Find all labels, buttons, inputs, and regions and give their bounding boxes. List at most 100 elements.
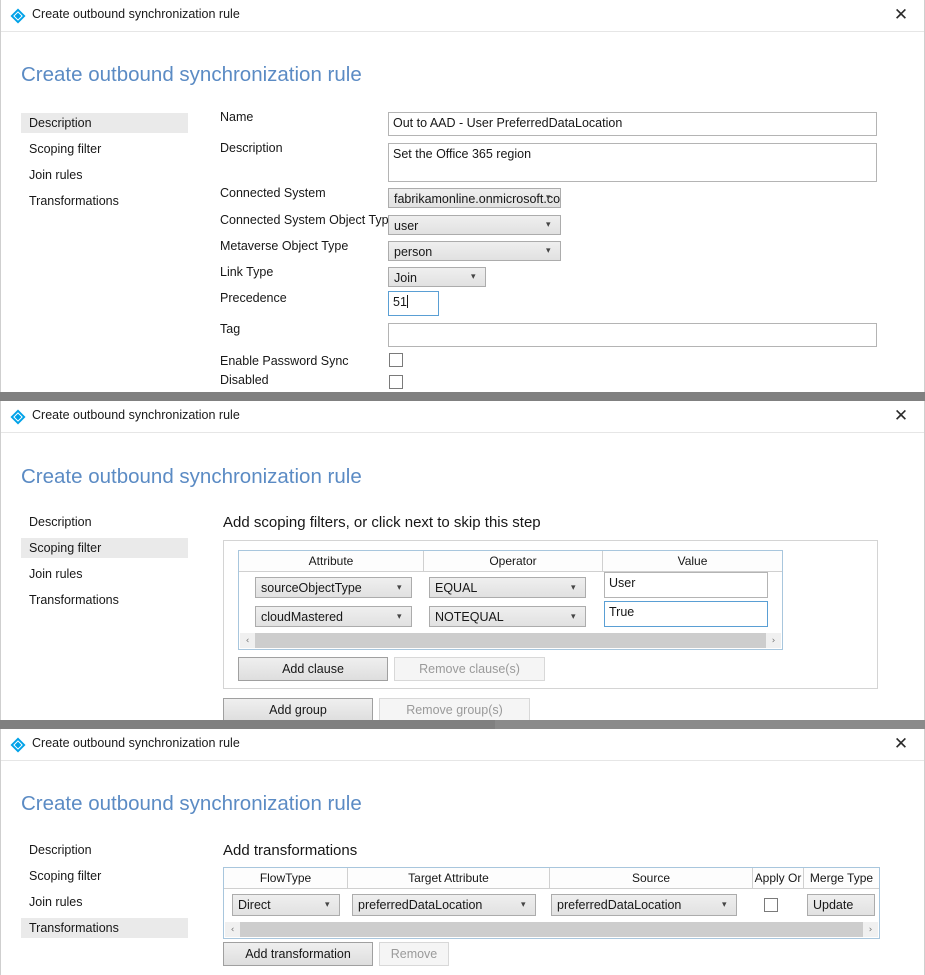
apply-or-checkbox[interactable] — [764, 898, 778, 912]
flowtype-select[interactable]: Direct ▾ — [232, 894, 340, 916]
link-type-value: Join — [394, 271, 417, 285]
chevron-down-icon: ▾ — [571, 613, 580, 621]
scrollbar-thumb[interactable] — [240, 922, 863, 937]
titlebar: Create outbound synchronization rule ✕ — [1, 401, 924, 433]
sidebar-item-label: Transformations — [29, 194, 119, 208]
column-header-target-attribute[interactable]: Target Attribute — [348, 868, 550, 888]
close-icon[interactable]: ✕ — [884, 4, 918, 26]
table-row: sourceObjectType ▾ EQUAL ▾ User — [239, 572, 782, 603]
sidebar-item-join-rules[interactable]: Join rules — [21, 892, 188, 912]
link-type-select[interactable]: Join ▾ — [388, 267, 486, 287]
sidebar-item-transformations[interactable]: Transformations — [21, 590, 188, 610]
connected-system-value: fabrikamonline.onmicrosoft.com — [394, 192, 561, 206]
chevron-down-icon: ▾ — [471, 273, 480, 281]
screen-root: Create outbound synchronization rule ✕ C… — [0, 0, 925, 975]
sidebar-item-label: Description — [29, 515, 92, 529]
sidebar-item-description[interactable]: Description — [21, 840, 188, 860]
clause-operator-select[interactable]: NOTEQUAL ▾ — [429, 606, 586, 627]
column-header-attribute[interactable]: Attribute — [239, 551, 424, 571]
scroll-left-icon[interactable]: ‹ — [240, 636, 255, 646]
column-header-apply-or[interactable]: Apply Or — [753, 868, 804, 888]
connected-system-select[interactable]: fabrikamonline.onmicrosoft.com ▾ — [388, 188, 561, 208]
close-icon[interactable]: ✕ — [884, 405, 918, 427]
add-group-button[interactable]: Add group — [223, 698, 373, 720]
chevron-down-icon: ▾ — [722, 901, 731, 909]
window-title: Create outbound synchronization rule — [32, 7, 240, 21]
target-attribute-value: preferredDataLocation — [358, 898, 482, 912]
chevron-down-icon: ▾ — [546, 247, 555, 255]
clause-operator-value: NOTEQUAL — [435, 610, 504, 624]
window-transformations: Create outbound synchronization rule ✕ C… — [0, 729, 925, 975]
column-header-operator[interactable]: Operator — [424, 551, 603, 571]
sidebar-item-label: Scoping filter — [29, 869, 101, 883]
clause-attribute-select[interactable]: sourceObjectType ▾ — [255, 577, 412, 598]
target-attribute-select[interactable]: preferredDataLocation ▾ — [352, 894, 536, 916]
column-header-source[interactable]: Source — [550, 868, 753, 888]
precedence-label: Precedence — [220, 291, 287, 305]
scrollbar-thumb[interactable] — [255, 633, 766, 648]
window-separator — [0, 392, 925, 401]
sidebar-item-scoping-filter[interactable]: Scoping filter — [21, 866, 188, 886]
column-header-flowtype[interactable]: FlowType — [224, 868, 348, 888]
sidebar-item-scoping-filter[interactable]: Scoping filter — [21, 139, 188, 159]
chevron-down-icon: ▾ — [521, 901, 530, 909]
sidebar-item-transformations[interactable]: Transformations — [21, 191, 188, 211]
window-scoping-filter: Create outbound synchronization rule ✕ C… — [0, 401, 925, 720]
source-select[interactable]: preferredDataLocation ▾ — [551, 894, 737, 916]
table-row: cloudMastered ▾ NOTEQUAL ▾ True — [239, 603, 782, 634]
sidebar-item-label: Description — [29, 843, 92, 857]
sidebar-item-scoping-filter[interactable]: Scoping filter — [21, 538, 188, 558]
column-header-value[interactable]: Value — [603, 551, 782, 571]
grid-header-row: FlowType Target Attribute Source Apply O… — [224, 868, 879, 889]
precedence-value: 51 — [393, 295, 407, 309]
column-header-merge-type[interactable]: Merge Type — [804, 868, 879, 888]
sidebar-item-join-rules[interactable]: Join rules — [21, 564, 188, 584]
disabled-label: Disabled — [220, 373, 269, 387]
window-title: Create outbound synchronization rule — [32, 408, 240, 422]
sidebar-item-label: Scoping filter — [29, 142, 101, 156]
remove-clauses-button[interactable]: Remove clause(s) — [394, 657, 545, 681]
clause-value-field[interactable]: True — [604, 601, 768, 627]
remove-button[interactable]: Remove — [379, 942, 449, 966]
clause-value-field[interactable]: User — [604, 572, 768, 598]
sidebar-item-join-rules[interactable]: Join rules — [21, 165, 188, 185]
remove-groups-button[interactable]: Remove group(s) — [379, 698, 530, 720]
enable-password-sync-checkbox[interactable] — [389, 353, 403, 367]
chevron-down-icon: ▾ — [546, 221, 555, 229]
add-transformation-button[interactable]: Add transformation — [223, 942, 373, 966]
chevron-down-icon: ▾ — [571, 584, 580, 592]
sidebar-item-transformations[interactable]: Transformations — [21, 918, 188, 938]
disabled-checkbox[interactable] — [389, 375, 403, 389]
horizontal-scrollbar[interactable]: ‹ › — [240, 633, 781, 648]
metaverse-object-type-select[interactable]: person ▾ — [388, 241, 561, 261]
precedence-field[interactable]: 51 — [388, 291, 439, 316]
scoping-section-heading: Add scoping filters, or click next to sk… — [223, 514, 541, 531]
page-title: Create outbound synchronization rule — [21, 465, 362, 489]
sidebar-item-description[interactable]: Description — [21, 512, 188, 532]
scroll-right-icon[interactable]: › — [863, 925, 878, 935]
source-value: preferredDataLocation — [557, 898, 681, 912]
close-icon[interactable]: ✕ — [884, 733, 918, 755]
scroll-right-icon[interactable]: › — [766, 636, 781, 646]
merge-type-select[interactable]: Update — [807, 894, 875, 916]
horizontal-scrollbar[interactable]: ‹ › — [225, 922, 878, 937]
scroll-left-icon[interactable]: ‹ — [225, 925, 240, 935]
description-field[interactable]: Set the Office 365 region — [388, 143, 877, 182]
app-diamond-icon — [10, 737, 26, 753]
sidebar-item-label: Scoping filter — [29, 541, 101, 555]
name-field[interactable]: Out to AAD - User PreferredDataLocation — [388, 112, 877, 136]
add-clause-button[interactable]: Add clause — [238, 657, 388, 681]
clause-operator-select[interactable]: EQUAL ▾ — [429, 577, 586, 598]
sidebar-item-label: Transformations — [29, 593, 119, 607]
window-separator-right-segment — [495, 720, 925, 729]
sidebar-item-description[interactable]: Description — [21, 113, 188, 133]
titlebar: Create outbound synchronization rule ✕ — [1, 729, 924, 761]
clause-attribute-select[interactable]: cloudMastered ▾ — [255, 606, 412, 627]
connected-system-object-type-select[interactable]: user ▾ — [388, 215, 561, 235]
tag-field[interactable] — [388, 323, 877, 347]
scoping-group-box: Attribute Operator Value sourceObjectTyp… — [223, 540, 878, 689]
titlebar: Create outbound synchronization rule ✕ — [1, 0, 924, 32]
wizard-nav: Description Scoping filter Join rules Tr… — [21, 512, 188, 616]
tag-label: Tag — [220, 322, 240, 336]
sidebar-item-label: Join rules — [29, 168, 83, 182]
